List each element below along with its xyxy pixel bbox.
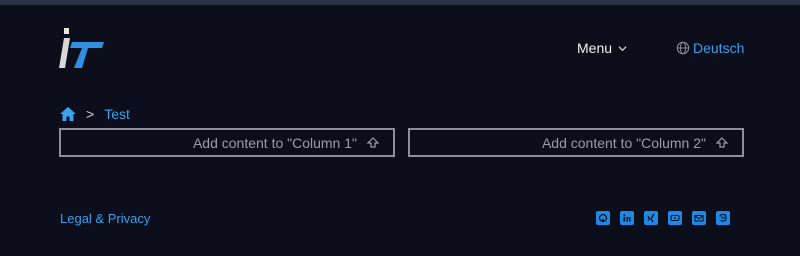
breadcrumb-current[interactable]: Test [104,106,130,122]
column-1-placeholder[interactable]: Add content to "Column 1" [59,128,395,157]
email-icon[interactable] [692,211,706,225]
breadcrumb-separator: > [86,106,95,122]
menu-label: Menu [577,40,613,56]
youtube-icon[interactable] [668,211,682,225]
linkedin-icon[interactable] [620,211,634,225]
language-switch[interactable]: Deutsch [676,40,744,56]
column-2-label: Add content to "Column 2" [541,134,706,151]
chevron-down-icon [618,45,627,51]
social-links [596,211,730,225]
upload-icon [367,136,379,148]
xing-icon[interactable] [644,211,658,225]
github-icon[interactable] [596,211,610,225]
legal-privacy-link[interactable]: Legal & Privacy [60,211,150,226]
mastodon-icon[interactable] [716,211,730,225]
column-1-label: Add content to "Column 1" [192,134,357,151]
breadcrumb: > Test [60,106,130,122]
column-2-placeholder[interactable]: Add content to "Column 2" [408,128,744,157]
language-label: Deutsch [693,40,745,56]
top-accent-bar [0,0,800,5]
site-logo[interactable] [58,24,106,72]
upload-icon [716,136,728,148]
globe-icon [676,41,690,55]
menu-dropdown[interactable]: Menu [577,40,627,56]
home-icon[interactable] [60,107,76,121]
